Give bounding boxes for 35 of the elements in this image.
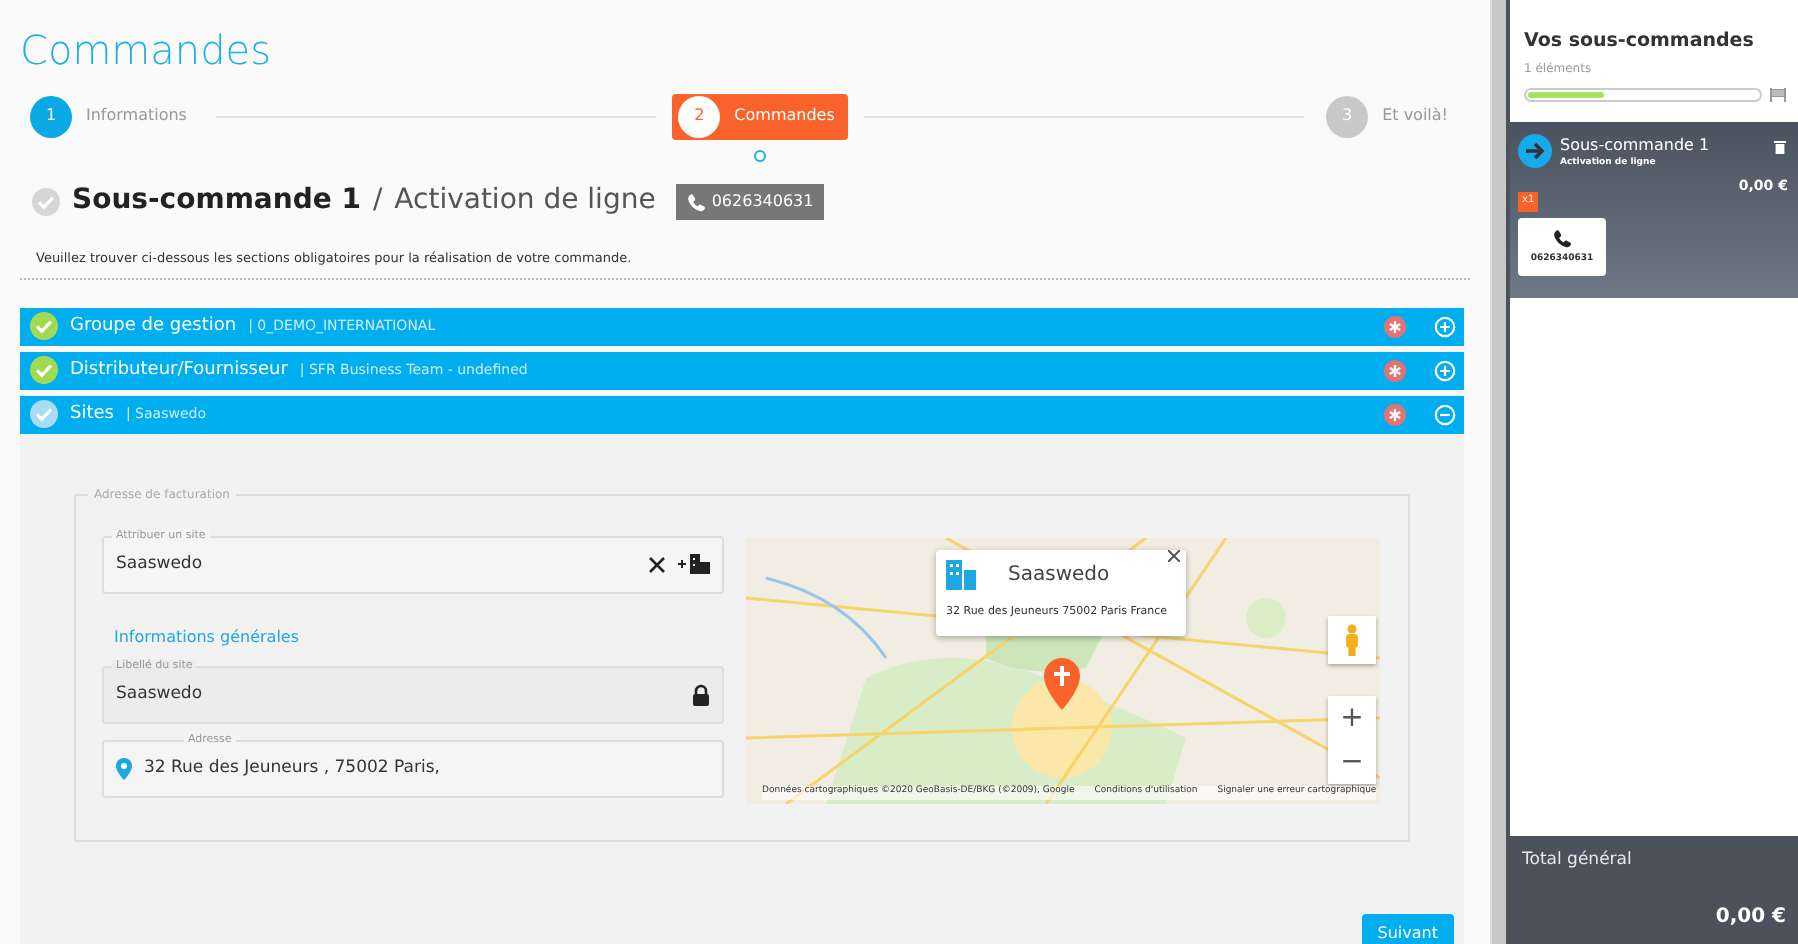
separator: / [372,182,383,220]
flag-icon [1770,88,1786,103]
page-title: Commandes [20,24,274,78]
location-pin-icon [116,757,132,780]
map-marker-icon [1044,657,1080,710]
sidebar-title: Vos sous-commandes [1524,28,1756,56]
suborder-title: Sous-commande 1 [72,182,361,220]
step-indicator-dot [754,149,767,161]
delete-icon [1774,140,1786,155]
zoom-in-button[interactable]: + [1328,695,1376,740]
required-icon [1384,403,1406,426]
expand-icon [1434,359,1456,382]
section-heading: Informations générales [114,625,302,650]
field-value: Saaswedo [116,681,205,708]
expand-icon [1434,315,1456,338]
person-icon [1344,623,1360,656]
phone-icon [1552,227,1572,248]
field-value: 32 Rue des Jeuneurs , 75002 Paris, [144,755,442,782]
building-icon [946,559,976,590]
order-title: Sous-commande 1 [1560,134,1710,157]
phone-icon [685,191,706,211]
total-label: Total général [1522,848,1634,874]
popup-title: Saaswedo [1008,561,1110,590]
add-building-icon [678,554,710,575]
clear-icon [648,555,666,574]
required-icon [1384,359,1406,382]
total-amount: 0,00 € [1713,904,1786,932]
required-icon [1384,315,1406,338]
zoom-out-button[interactable]: − [1328,739,1376,784]
collapse-icon [1434,403,1456,426]
field-value: Saaswedo [116,551,205,578]
street-view-button[interactable] [1328,615,1376,664]
phone-badge: 0626340631 [675,183,824,219]
suborder-subtitle: Activation de ligne [394,182,656,220]
close-button[interactable] [1168,549,1180,562]
